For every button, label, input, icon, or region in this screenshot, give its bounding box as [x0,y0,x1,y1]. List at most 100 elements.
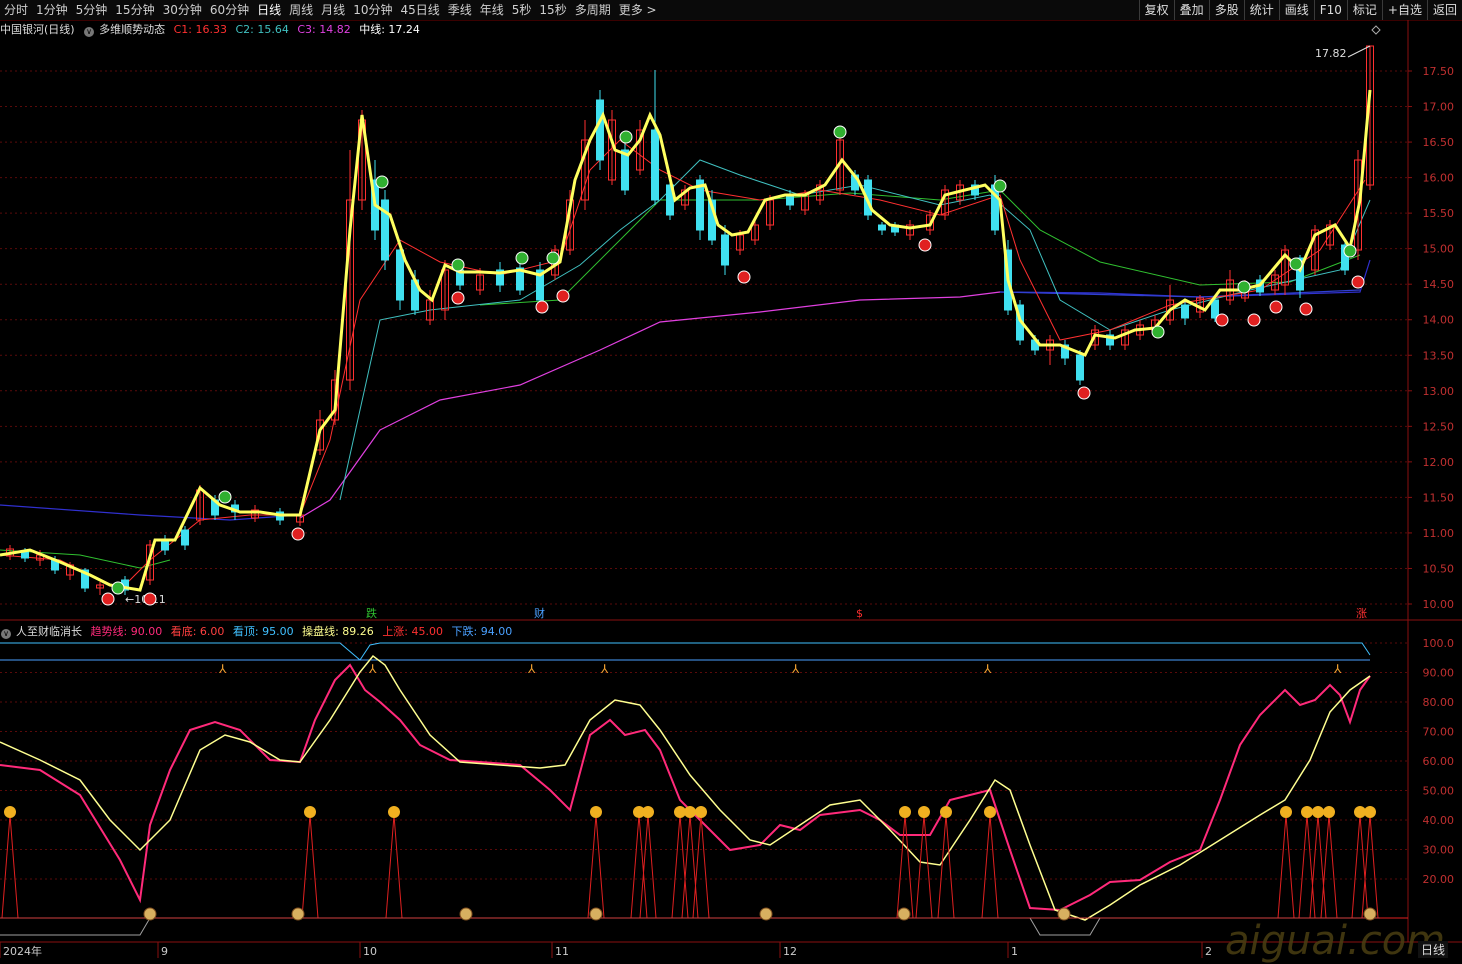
date-tick-label: 9 [161,945,168,958]
date-tick-label: 2 [1205,945,1212,958]
buy-signal-icon [451,291,465,305]
smile-face-icon [899,806,911,818]
sell-signal-icon [546,251,560,265]
smile-face-icon [1301,806,1313,818]
smile-face-icon [1323,806,1335,818]
bottom-spike-line [0,814,1408,919]
date-tick-label: 1 [1011,945,1018,958]
sell-signal-icon [833,125,847,139]
buy-signal-icon [1351,275,1365,289]
top-line [0,642,1371,661]
sub-tick-label: 80.00 [1423,696,1455,709]
sub-tick-label: 90.00 [1423,667,1455,680]
money-bag-icon [459,907,473,921]
runner-icon: ⅄ [527,662,536,676]
smile-face-icon [984,806,996,818]
price-tick-label: 17.50 [1423,65,1455,78]
price-tick-label: 10.50 [1423,562,1455,575]
price-tick-label: 11.50 [1423,491,1455,504]
sell-signal-icon [1151,325,1165,339]
money-bag-icon [759,907,773,921]
watermark-text: aiguai.com [1225,918,1446,964]
grid-lines [0,20,1462,943]
buy-signal-icon [1299,302,1313,316]
candle-body [396,249,404,301]
sell-signal-icon [375,175,389,189]
buy-signal-icon [1269,300,1283,314]
smile-face-icon [1280,806,1292,818]
price-series: 17.82←10.11跌财$涨 [0,25,1408,936]
price-tick-label: 11.00 [1423,527,1455,540]
buy-signal-icon [1247,313,1261,327]
date-tick-label: 11 [555,945,569,958]
candle-body [181,529,189,546]
mid-line-yellow [0,89,1372,592]
sell-signal-icon [1237,280,1251,294]
price-tick-label: 15.50 [1423,207,1455,220]
kline-chart-canvas[interactable]: 17.50 17.00 16.50 16.00 15.50 15.00 14.50 14.00… [0,0,1462,962]
smile-face-icon [304,806,316,818]
marker-label: 跌 [366,606,377,620]
smile-face-icon [1364,806,1376,818]
buy-signal-icon [1077,386,1091,400]
smile-face-icon [1312,806,1324,818]
buy-signal-icon [143,592,157,606]
sell-signal-icon [1289,257,1303,271]
price-tick-label: 16.50 [1423,136,1455,149]
sell-signal-icon [218,490,232,504]
smile-face-icon [4,806,16,818]
runner-icon: ⅄ [368,662,377,676]
smile-face-icon [695,806,707,818]
price-tick-label: 13.00 [1423,385,1455,398]
marker-label: $ [856,607,863,620]
max-price-label: 17.82 [1315,47,1347,60]
ma-c2 [339,159,1371,501]
smile-face-icon [918,806,930,818]
sub-tick-label: 100.0 [1423,637,1455,650]
marker-label: 涨 [1356,607,1367,620]
date-tick-label: 2024年 [3,944,42,958]
gray-baseline [0,917,1380,936]
date-axis: 2024年 9 10 11 12 1 2 [0,942,1212,958]
runner-icon: ⅄ [791,662,800,676]
smile-face-icon [388,806,400,818]
diamond-icon [1371,25,1381,35]
buy-signal-icon [556,289,570,303]
buy-signal-icon [737,270,751,284]
candle-body [1076,354,1084,381]
candle-body [651,129,659,201]
runner-icon: ⅄ [218,662,227,676]
buy-signal-icon [535,300,549,314]
sub-tick-label: 40.00 [1423,814,1455,827]
runner-icon: ⅄ [1333,662,1342,676]
buy-signal-icon [918,238,932,252]
sell-signal-icon [451,258,465,272]
sub-tick-label: 70.00 [1423,726,1455,739]
candle-body [1181,304,1189,319]
marker-label: 财 [534,606,545,620]
ma-c3 [299,291,1001,519]
sell-signal-icon [619,130,633,144]
buy-signal-icon [1215,313,1229,327]
price-axis: 17.50 17.00 16.50 16.00 15.50 15.00 14.50 14.00… [1423,65,1455,886]
period-label[interactable]: 日线 [1417,941,1448,958]
sell-signal-icon [1343,244,1357,258]
price-tick-label: 14.00 [1423,314,1455,327]
smile-face-icon [684,806,696,818]
money-bag-icon [1057,907,1071,921]
candle-body [878,224,886,231]
buy-signal-icon [291,527,305,541]
price-tick-label: 14.50 [1423,278,1455,291]
smile-face-icon [940,806,952,818]
money-bag-icon [589,907,603,921]
candle-body [1211,299,1219,319]
price-tick-label: 16.00 [1423,172,1455,185]
buy-signal-icon [101,592,115,606]
sub-tick-label: 30.00 [1423,844,1455,857]
candle-body [21,551,29,559]
sub-tick-label: 60.00 [1423,755,1455,768]
sub-tick-label: 50.00 [1423,785,1455,798]
runner-icon: ⅄ [983,662,992,676]
price-tick-label: 12.50 [1423,420,1455,433]
price-tick-label: 10.00 [1423,598,1455,611]
